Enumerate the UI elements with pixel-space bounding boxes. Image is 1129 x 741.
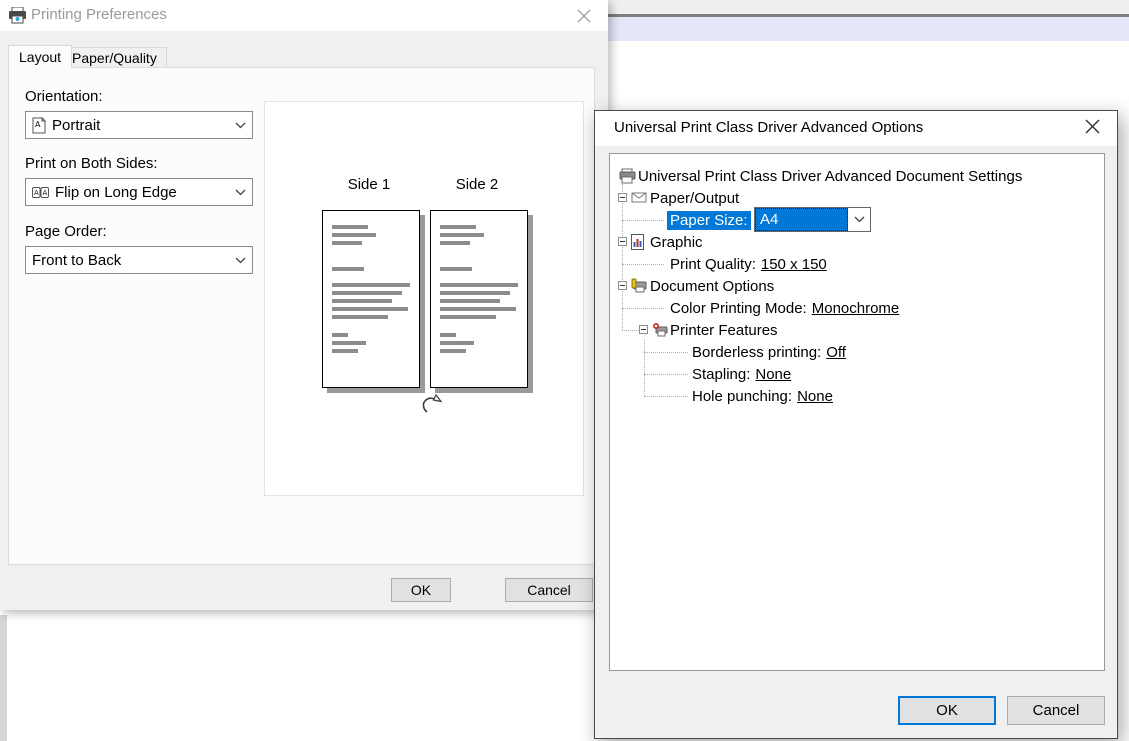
preview-page-side2 — [430, 210, 528, 388]
printing-preferences-dialog: Printing Preferences Paper/Quality Layou… — [0, 0, 608, 610]
paper-output-icon — [631, 190, 647, 204]
layout-tab-panel: Orientation: A Portrait Print on Both Si… — [8, 67, 595, 565]
both-sides-value: Flip on Long Edge — [55, 184, 231, 201]
orientation-select[interactable]: A Portrait — [25, 111, 253, 139]
settings-tree: Universal Print Class Driver Advanced Do… — [609, 153, 1105, 671]
page-order-select[interactable]: Front to Back — [25, 246, 253, 274]
duplex-preview: Side 1 Side 2 — [264, 101, 584, 496]
color-printing-mode-value[interactable]: Monochrome — [812, 300, 900, 317]
svg-text:A: A — [35, 120, 41, 129]
both-sides-select[interactable]: A A Flip on Long Edge — [25, 178, 253, 206]
paper-size-value: A4 — [755, 208, 848, 231]
tree-item-color-printing-mode: Color Printing Mode: Monochrome — [610, 297, 1104, 319]
chevron-down-icon — [235, 189, 246, 196]
tab-layout[interactable]: Layout — [8, 45, 72, 68]
side2-label: Side 2 — [442, 176, 512, 193]
stapling-value[interactable]: None — [755, 366, 791, 383]
tree-item-borderless-printing: Borderless printing: Off — [610, 341, 1104, 363]
cancel-button[interactable]: Cancel — [505, 578, 593, 602]
cancel-button[interactable]: Cancel — [1007, 696, 1105, 725]
paper-size-select[interactable]: A4 — [754, 207, 871, 232]
page-order-label: Page Order: — [25, 223, 107, 240]
tree-item-hole-punching: Hole punching: None — [610, 385, 1104, 407]
tree-item-document-options[interactable]: Document Options — [610, 275, 1104, 297]
tree-item-paper-size: Paper Size: A4 — [610, 209, 1104, 231]
hole-punching-value[interactable]: None — [797, 388, 833, 405]
title-bar[interactable]: Printing Preferences — [0, 0, 608, 31]
borderless-printing-value[interactable]: Off — [826, 344, 846, 361]
collapse-minus-icon[interactable] — [639, 325, 648, 334]
page-order-value: Front to Back — [32, 252, 231, 269]
ok-button[interactable]: OK — [898, 696, 996, 725]
document-settings-icon — [619, 168, 636, 184]
chevron-down-icon — [848, 208, 870, 231]
close-icon[interactable] — [576, 8, 594, 26]
side1-label: Side 1 — [334, 176, 404, 193]
background-window-edge — [600, 0, 1129, 14]
document-options-icon — [631, 278, 647, 293]
printer-icon — [8, 7, 27, 28]
tab-paper-quality[interactable]: Paper/Quality — [62, 47, 167, 68]
desktop: Printing Preferences Paper/Quality Layou… — [0, 0, 1129, 741]
portrait-page-icon: A — [32, 117, 46, 134]
flip-long-edge-icon: A A — [32, 186, 49, 199]
tree-item-print-quality: Print Quality: 150 x 150 — [610, 253, 1104, 275]
tree-item-stapling: Stapling: None — [610, 363, 1104, 385]
collapse-minus-icon[interactable] — [618, 281, 627, 290]
chevron-down-icon — [235, 257, 246, 264]
orientation-value: Portrait — [52, 117, 231, 134]
graphic-icon — [631, 234, 644, 250]
background-left-strip — [0, 615, 7, 741]
tab-label: Layout — [19, 49, 61, 65]
ok-button[interactable]: OK — [391, 578, 451, 602]
preview-page-side1 — [322, 210, 420, 388]
orientation-label: Orientation: — [25, 88, 103, 105]
tab-label: Paper/Quality — [72, 50, 157, 66]
collapse-minus-icon[interactable] — [618, 193, 627, 202]
tree-item-paper-output[interactable]: Paper/Output — [610, 187, 1104, 209]
advanced-options-dialog: Universal Print Class Driver Advanced Op… — [594, 110, 1118, 739]
background-lavender-band — [600, 17, 1129, 41]
svg-text:A: A — [43, 189, 48, 197]
svg-text:A: A — [34, 189, 39, 197]
both-sides-label: Print on Both Sides: — [25, 155, 158, 172]
chevron-down-icon — [235, 122, 246, 129]
tree-item-root[interactable]: Universal Print Class Driver Advanced Do… — [610, 165, 1104, 187]
collapse-minus-icon[interactable] — [618, 237, 627, 246]
flip-rotation-icon — [420, 393, 446, 419]
tree-item-graphic[interactable]: Graphic — [610, 231, 1104, 253]
title-bar[interactable]: Universal Print Class Driver Advanced Op… — [595, 111, 1117, 146]
tree-item-printer-features[interactable]: Printer Features — [610, 319, 1104, 341]
print-quality-value[interactable]: 150 x 150 — [761, 256, 827, 273]
dialog-title: Universal Print Class Driver Advanced Op… — [614, 119, 923, 136]
printer-features-icon — [652, 322, 668, 337]
dialog-title: Printing Preferences — [31, 6, 167, 23]
paper-size-label: Paper Size: — [667, 211, 751, 230]
close-icon[interactable] — [1084, 118, 1104, 138]
